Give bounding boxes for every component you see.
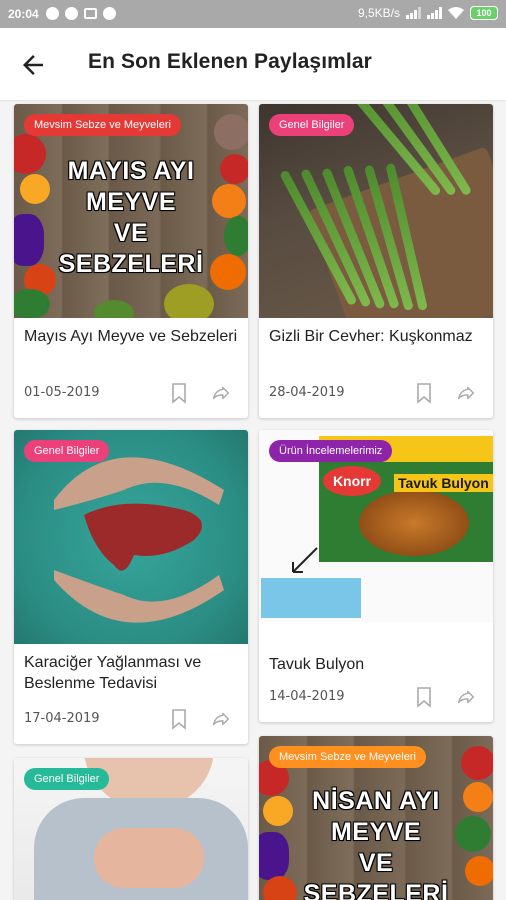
post-image: Knorr Tavuk Bulyon Ürün İncelemelerimiz <box>259 430 493 622</box>
signal-icon <box>427 7 442 19</box>
category-badge: Genel Bilgiler <box>24 768 110 790</box>
brand-logo: Knorr <box>323 466 381 496</box>
post-title: Karaciğer Yağlanması ve Beslenme Tedavis… <box>24 654 202 692</box>
mail-icon <box>84 8 97 19</box>
post-image: Genel Bilgiler <box>14 430 248 644</box>
network-speed: 9,5KB/s <box>357 6 400 20</box>
status-right: 9,5KB/s 100 <box>358 6 498 20</box>
bookmark-icon[interactable] <box>170 708 188 730</box>
app-bar: En Son Eklenen Paylaşımlar <box>0 28 506 100</box>
image-caption: MAYIS AYI MEYVE VE SEBZELERİ <box>58 157 204 278</box>
battery-icon: 100 <box>470 6 498 20</box>
signal-icon <box>406 7 421 19</box>
post-card[interactable]: Knorr Tavuk Bulyon Ürün İncelemelerimiz … <box>259 430 493 722</box>
wifi-icon <box>448 7 464 19</box>
post-date: 17-04-2019 <box>24 711 100 726</box>
notification-icon <box>103 7 116 20</box>
status-time: 20:04 <box>8 7 39 21</box>
post-title: Mayıs Ayı Meyve ve Sebzeleri <box>24 328 238 345</box>
category-badge: Genel Bilgiler <box>269 114 355 136</box>
share-icon[interactable] <box>210 708 232 730</box>
post-card[interactable]: Genel Bilgiler Karaciğer Yağlanması ve B… <box>14 430 248 744</box>
bookmark-icon[interactable] <box>170 382 188 404</box>
notification-icon <box>65 7 78 20</box>
post-image: Genel Bilgiler <box>259 104 493 318</box>
post-title: Tavuk Bulyon <box>269 656 365 673</box>
post-date: 01-05-2019 <box>24 385 100 400</box>
bookmark-icon[interactable] <box>415 686 433 708</box>
share-icon[interactable] <box>455 686 477 708</box>
arrow-icon <box>292 547 318 573</box>
liver-illustration <box>54 457 224 623</box>
bookmark-icon[interactable] <box>415 382 433 404</box>
category-badge: Mevsim Sebze ve Meyveleri <box>24 114 181 136</box>
category-badge: Mevsim Sebze ve Meyveleri <box>269 746 426 768</box>
post-date: 28-04-2019 <box>269 385 345 400</box>
post-image: Genel Bilgiler <box>14 758 248 900</box>
post-image: NİSAN AYI MEYVE VE SEBZELERİ Mevsim Sebz… <box>259 736 493 900</box>
notification-icons <box>46 7 116 20</box>
share-icon[interactable] <box>210 382 232 404</box>
post-card[interactable]: NİSAN AYI MEYVE VE SEBZELERİ Mevsim Sebz… <box>259 736 493 900</box>
category-badge: Genel Bilgiler <box>24 440 110 462</box>
page-title: En Son Eklenen Paylaşımlar <box>88 50 372 73</box>
status-bar: 20:04 9,5KB/s 100 <box>0 0 506 28</box>
arrow-back-icon[interactable] <box>18 50 48 80</box>
post-card[interactable]: MAYIS AYI MEYVE VE SEBZELERİ Mevsim Sebz… <box>14 104 248 418</box>
product-label: Tavuk Bulyon <box>394 474 493 492</box>
post-image: MAYIS AYI MEYVE VE SEBZELERİ Mevsim Sebz… <box>14 104 248 318</box>
share-icon[interactable] <box>455 382 477 404</box>
notification-icon <box>46 7 59 20</box>
post-card[interactable]: Genel Bilgiler Gizli Bir Cevher: Kuşkonm… <box>259 104 493 418</box>
post-title: Gizli Bir Cevher: Kuşkonmaz <box>269 328 473 345</box>
category-badge: Ürün İncelemelerimiz <box>269 440 393 462</box>
post-card[interactable]: Genel Bilgiler <box>14 758 248 900</box>
post-date: 14-04-2019 <box>269 689 345 704</box>
image-caption: NİSAN AYI MEYVE VE SEBZELERİ <box>303 787 449 900</box>
